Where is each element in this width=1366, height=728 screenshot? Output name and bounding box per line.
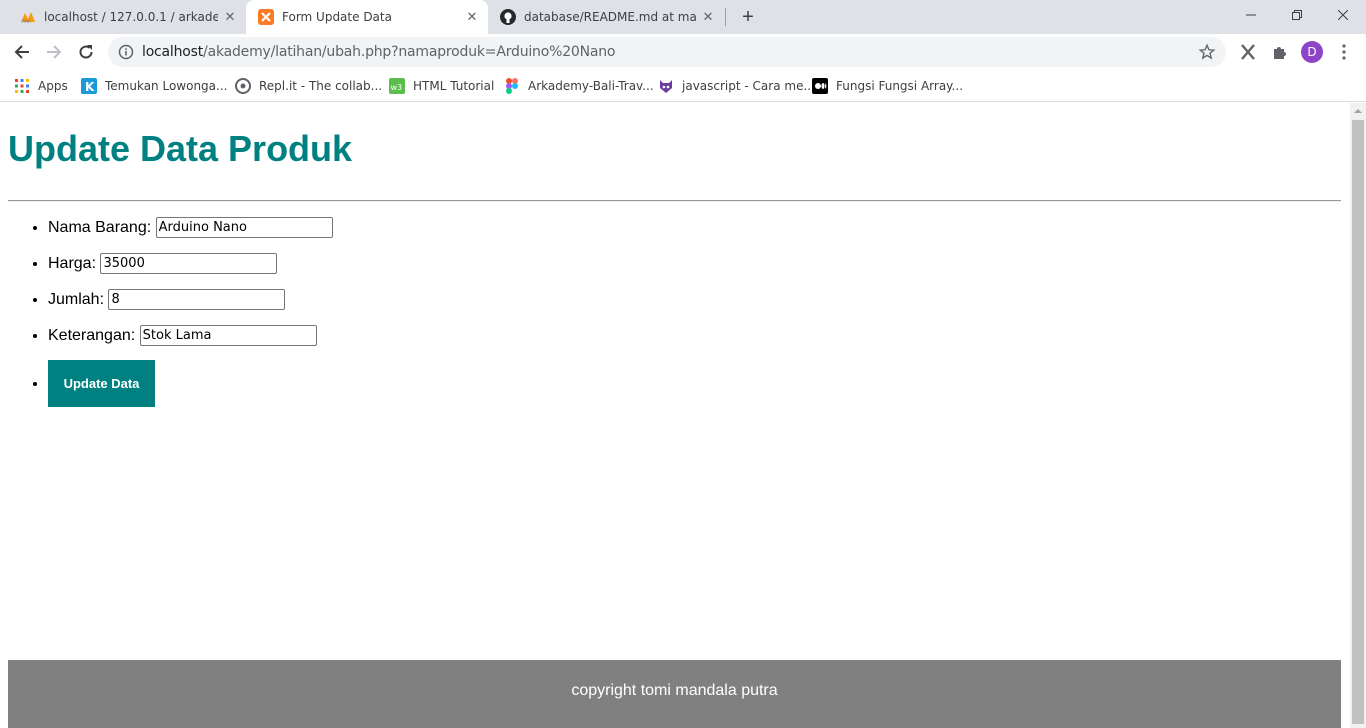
- w3schools-icon: w3: [389, 78, 405, 94]
- bookmark-label: Repl.it - The collab...: [259, 79, 383, 93]
- bookmark-javascript[interactable]: javascript - Cara me...: [658, 76, 815, 96]
- url-host: localhost: [142, 44, 204, 60]
- tab-strip: PMA localhost / 127.0.0.1 / arkademy / ✕…: [0, 0, 1366, 34]
- bookmarks-bar: Apps K Temukan Lowonga... Repl.it - The …: [0, 70, 1366, 102]
- extension-x-icon[interactable]: [1236, 40, 1260, 64]
- svg-text:w3: w3: [391, 83, 403, 92]
- tab-separator: [725, 8, 726, 26]
- list-item: Keterangan:: [48, 324, 333, 360]
- close-icon[interactable]: ✕: [464, 9, 480, 25]
- url-text[interactable]: localhost/akademy/latihan/ubah.php?namap…: [142, 44, 616, 60]
- field-label-jumlah: Jumlah:: [48, 291, 105, 308]
- page-viewport: Update Data Produk Nama Barang: Harga: J…: [0, 103, 1350, 728]
- copyright-text: copyright tomi mandala putra: [571, 682, 778, 699]
- back-arrow-icon[interactable]: [8, 38, 36, 66]
- browser-toolbar: localhost/akademy/latihan/ubah.php?namap…: [0, 34, 1366, 70]
- bookmark-replit[interactable]: Repl.it - The collab...: [235, 76, 382, 96]
- vertical-scrollbar[interactable]: [1350, 103, 1366, 728]
- bookmark-label: Temukan Lowonga...: [105, 79, 228, 93]
- bookmark-label: Fungsi Fungsi Array...: [836, 79, 964, 93]
- tab-form-update-data[interactable]: Form Update Data ✕: [246, 0, 488, 34]
- minimize-icon[interactable]: [1228, 0, 1274, 30]
- replit-icon: [235, 78, 251, 94]
- list-item: Harga:: [48, 252, 333, 288]
- field-label-nama-barang: Nama Barang:: [48, 219, 152, 236]
- close-icon[interactable]: ✕: [222, 9, 238, 25]
- tab-title: localhost / 127.0.0.1 / arkademy /: [44, 10, 218, 24]
- close-icon[interactable]: ✕: [700, 9, 716, 25]
- medium-icon: [812, 78, 828, 94]
- page-title: Update Data Produk: [8, 128, 353, 169]
- bookmark-star-icon[interactable]: [1198, 43, 1216, 61]
- bookmark-html-tutorial[interactable]: w3 HTML Tutorial: [389, 76, 494, 96]
- divider: [8, 200, 1341, 202]
- apps-grid-icon: [14, 78, 30, 94]
- keterangan-input[interactable]: [139, 325, 317, 347]
- xampp-icon: [258, 9, 274, 25]
- github-icon: [500, 9, 516, 25]
- kalibrr-icon: K: [81, 78, 97, 94]
- bookmark-arkademy-bali[interactable]: Arkademy-Bali-Trav...: [504, 76, 654, 96]
- scrollbar-thumb[interactable]: [1352, 120, 1364, 724]
- restore-icon[interactable]: [1274, 0, 1320, 30]
- bookmark-label: Apps: [38, 79, 68, 93]
- bookmark-label: javascript - Cara me...: [682, 79, 815, 93]
- tab-title: Form Update Data: [282, 10, 392, 24]
- jumlah-input[interactable]: [108, 289, 286, 311]
- list-item: Nama Barang:: [48, 216, 333, 252]
- info-icon[interactable]: [118, 44, 134, 60]
- bookmark-fungsi-array[interactable]: Fungsi Fungsi Array...: [812, 76, 963, 96]
- form-field-list: Nama Barang: Harga: Jumlah: Keterangan: …: [48, 216, 333, 408]
- page-footer: copyright tomi mandala putra: [8, 660, 1341, 728]
- field-label-keterangan: Keterangan:: [48, 327, 136, 344]
- reload-icon[interactable]: [72, 38, 100, 66]
- scroll-up-arrow-icon[interactable]: [1350, 103, 1366, 119]
- avatar: D: [1301, 41, 1323, 63]
- figma-icon: [504, 78, 520, 94]
- bookmark-kalibrr[interactable]: K Temukan Lowonga...: [81, 76, 227, 96]
- close-window-icon[interactable]: [1320, 0, 1366, 30]
- svg-text:K: K: [85, 80, 95, 94]
- field-label-harga: Harga:: [48, 255, 97, 272]
- bookmark-apps[interactable]: Apps: [14, 76, 68, 96]
- phpmyadmin-icon: PMA: [20, 9, 36, 25]
- list-item: Update Data: [48, 360, 333, 408]
- svg-text:PMA: PMA: [22, 19, 31, 24]
- tab-github[interactable]: database/README.md at main · t ✕: [488, 0, 724, 34]
- menu-kebab-icon[interactable]: [1332, 40, 1356, 64]
- url-path: /akademy/latihan/ubah.php?namaproduk=Ard…: [203, 44, 616, 60]
- nama-barang-input[interactable]: [155, 217, 333, 239]
- tab-phpmyadmin[interactable]: PMA localhost / 127.0.0.1 / arkademy / ✕: [8, 0, 246, 34]
- profile-avatar[interactable]: D: [1300, 40, 1324, 64]
- tab-title: database/README.md at main · t: [524, 10, 696, 24]
- forward-arrow-icon[interactable]: [40, 38, 68, 66]
- update-data-button[interactable]: Update Data: [48, 360, 155, 407]
- bookmark-label: Arkademy-Bali-Trav...: [528, 79, 654, 93]
- harga-input[interactable]: [100, 253, 278, 275]
- new-tab-button[interactable]: +: [736, 5, 760, 29]
- extensions-puzzle-icon[interactable]: [1268, 40, 1292, 64]
- bookmark-label: HTML Tutorial: [413, 79, 495, 93]
- address-bar[interactable]: localhost/akademy/latihan/ubah.php?namap…: [108, 37, 1226, 67]
- list-item: Jumlah:: [48, 288, 333, 324]
- stackexchange-icon: [658, 78, 674, 94]
